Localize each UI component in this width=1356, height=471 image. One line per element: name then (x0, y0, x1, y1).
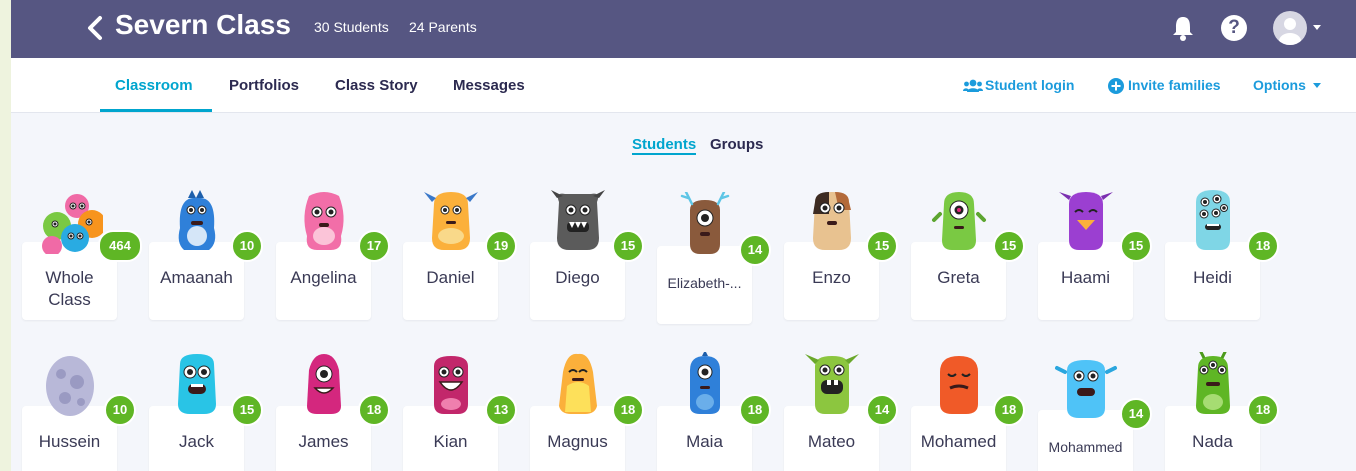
options-caret-icon[interactable] (1313, 83, 1321, 88)
points-badge: 17 (358, 230, 390, 262)
students-toggle[interactable]: Students (632, 136, 697, 155)
points-badge: 464 (98, 230, 142, 262)
students-count[interactable]: 30 Students (314, 19, 389, 35)
avatar[interactable] (1273, 11, 1307, 45)
points-badge: 14 (1120, 398, 1152, 430)
points-badge: 15 (231, 394, 263, 426)
parents-count[interactable]: 24 Parents (409, 19, 477, 35)
yellow-flame-monster-avatar[interactable] (545, 352, 611, 423)
points-badge: 14 (739, 234, 771, 266)
points-badge: 18 (1247, 394, 1279, 426)
points-badge: 18 (358, 394, 390, 426)
student-name[interactable]: James (276, 431, 371, 453)
plus-circle-icon (1108, 78, 1124, 94)
student-name[interactable]: Elizabeth-... (657, 272, 752, 294)
student-name[interactable]: Enzo (784, 267, 879, 289)
teal-many-eyes-monster-avatar[interactable] (1180, 188, 1246, 259)
lime-horns-monster-avatar[interactable] (799, 352, 865, 423)
orange-horns-monster-avatar[interactable] (418, 188, 484, 259)
sub-navigation: Classroom Portfolios Class Story Message… (11, 58, 1356, 113)
purple-beak-monster-avatar[interactable] (1053, 188, 1119, 259)
account-caret-icon[interactable] (1313, 25, 1321, 30)
blue-cyclops-monster-avatar[interactable] (672, 350, 738, 423)
student-login-link[interactable]: Student login (963, 58, 1078, 112)
bell-icon[interactable] (1171, 14, 1195, 42)
student-name[interactable]: Diego (530, 267, 625, 289)
groups-toggle[interactable]: Groups (710, 136, 763, 153)
points-badge: 18 (1247, 230, 1279, 262)
points-badge: 18 (612, 394, 644, 426)
student-name[interactable]: Magnus (530, 431, 625, 453)
back-arrow-icon[interactable] (83, 13, 107, 43)
student-name[interactable]: Angelina (276, 267, 371, 289)
points-badge: 18 (993, 394, 1025, 426)
points-badge: 15 (612, 230, 644, 262)
class-title[interactable]: Severn Class (115, 9, 291, 41)
sky-fluffy-monster-avatar[interactable] (1053, 356, 1119, 427)
tab-messages[interactable]: Messages (453, 77, 525, 94)
student-name[interactable]: Jack (149, 431, 244, 453)
points-badge: 14 (866, 394, 898, 426)
options-menu[interactable]: Options (1253, 77, 1306, 93)
students-icon (963, 79, 983, 92)
invite-families-link[interactable]: Invite families (1108, 58, 1223, 112)
green-three-eyes-monster-avatar[interactable] (1180, 349, 1246, 423)
points-badge: 10 (104, 394, 136, 426)
green-one-eye-monster-avatar[interactable] (926, 188, 992, 259)
active-tab-indicator (100, 109, 212, 112)
magenta-cyclops-monster-avatar[interactable] (291, 352, 357, 423)
help-icon[interactable]: ? (1221, 15, 1247, 41)
tab-class-story[interactable]: Class Story (335, 77, 418, 94)
points-badge: 15 (1120, 230, 1152, 262)
tab-classroom[interactable]: Classroom (115, 77, 193, 94)
student-login-label: Student login (985, 77, 1075, 93)
student-name[interactable]: Mateo (784, 431, 879, 453)
student-name[interactable]: Greta (911, 267, 1006, 289)
student-name[interactable]: Nada (1165, 431, 1260, 453)
student-name[interactable]: Hussein (22, 431, 117, 453)
pink-fluffy-monster-avatar[interactable] (291, 188, 357, 259)
points-badge: 18 (739, 394, 771, 426)
invite-families-label: Invite families (1128, 77, 1221, 93)
brown-antlers-monster-avatar[interactable] (672, 190, 738, 263)
points-badge: 15 (993, 230, 1025, 262)
points-badge: 13 (485, 394, 517, 426)
grey-fanged-monster-avatar[interactable] (545, 188, 611, 259)
student-name[interactable]: Mohamed (911, 431, 1006, 453)
student-name[interactable]: Mohammed (1038, 436, 1133, 458)
points-badge: 15 (866, 230, 898, 262)
student-name[interactable]: Daniel (403, 267, 498, 289)
magenta-grin-monster-avatar[interactable] (418, 352, 484, 423)
student-name[interactable]: Maia (657, 431, 752, 453)
student-name[interactable]: Whole Class (22, 267, 117, 311)
student-name[interactable]: Kian (403, 431, 498, 453)
student-name[interactable]: Amaanah (149, 267, 244, 289)
group-monster-avatar[interactable] (37, 188, 106, 259)
points-badge: 19 (485, 230, 517, 262)
egg-monster-avatar[interactable] (37, 352, 103, 423)
app-window: Severn Class 30 Students 24 Parents ? Cl… (11, 0, 1356, 471)
student-name[interactable]: Heidi (1165, 267, 1260, 289)
student-name[interactable]: Haami (1038, 267, 1133, 289)
tab-portfolios[interactable]: Portfolios (229, 77, 299, 94)
top-bar: Severn Class 30 Students 24 Parents ? (11, 0, 1356, 58)
cyan-fluffy-monster-avatar[interactable] (164, 352, 230, 423)
patched-hamster-monster-avatar[interactable] (799, 188, 865, 259)
points-badge: 10 (231, 230, 263, 262)
red-sleepy-monster-avatar[interactable] (926, 352, 992, 423)
blue-tall-monster-avatar[interactable] (164, 188, 230, 259)
